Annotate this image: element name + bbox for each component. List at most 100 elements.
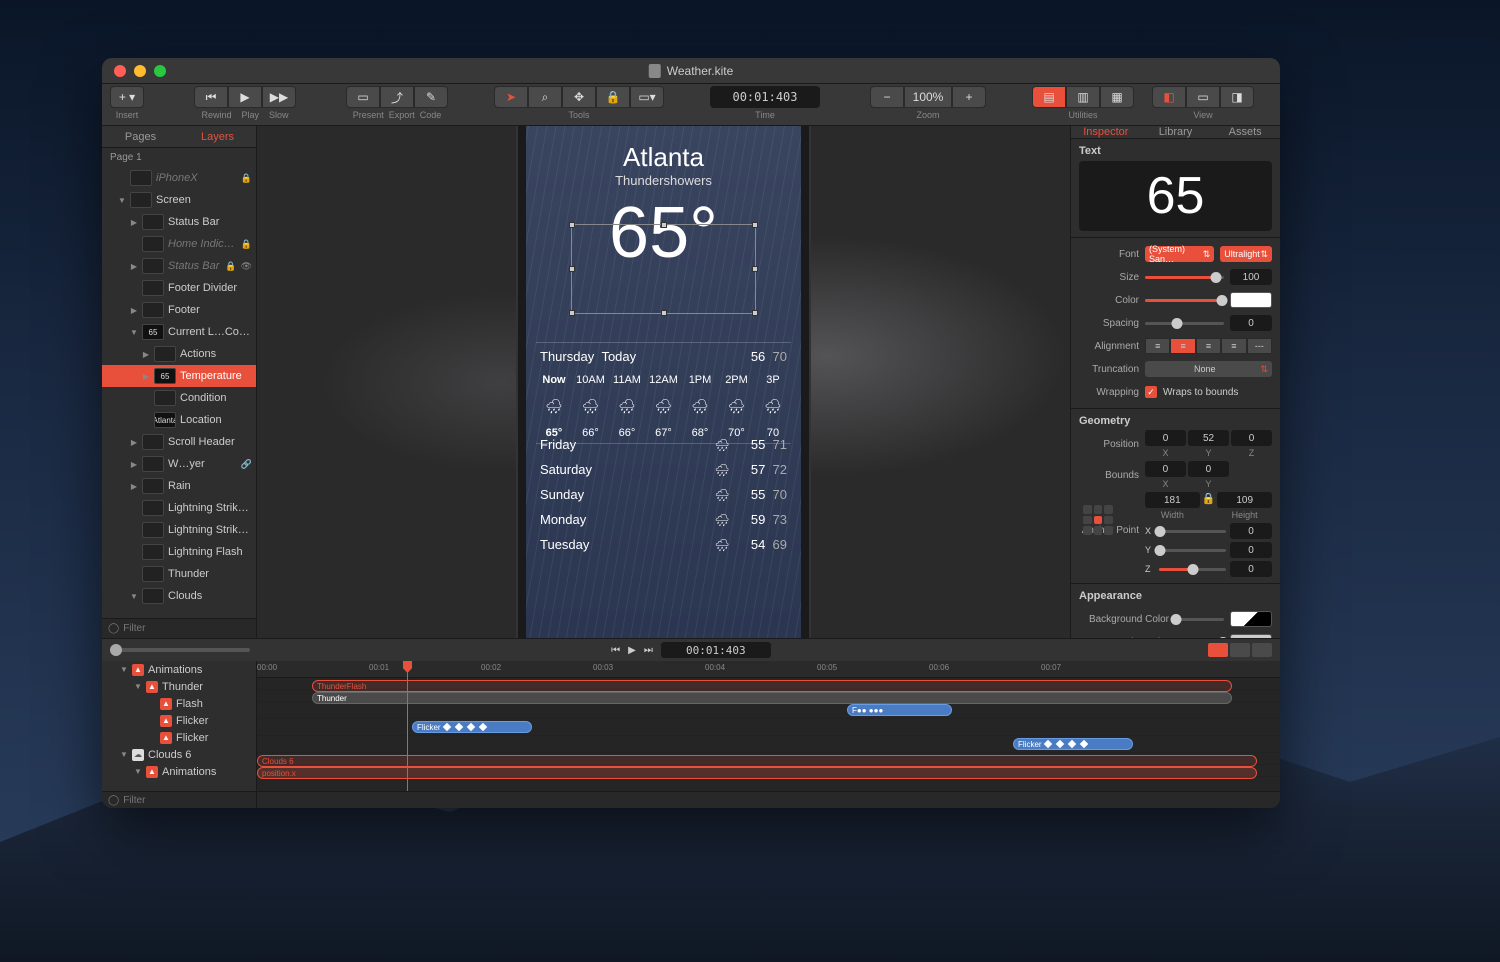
layer-item[interactable]: Lightning Strike 2 (102, 497, 256, 519)
color-slider[interactable] (1145, 299, 1224, 302)
layers-tab[interactable]: Layers (179, 126, 256, 147)
rect-tool[interactable]: ▭▾ (630, 86, 664, 108)
time-display[interactable]: 00:01:403 (710, 86, 820, 108)
bounds-x[interactable]: 0 (1145, 461, 1186, 477)
keyframe-bar[interactable]: Flicker (412, 721, 532, 733)
layer-item[interactable]: Thunder (102, 563, 256, 585)
keyframe-bar[interactable]: F●● ●●● (847, 704, 952, 716)
layer-item[interactable]: ▶Status Bar (102, 211, 256, 233)
canvas[interactable]: 9:41 📶 📶 🔋 Atlanta Thundershowers 65° (257, 126, 1070, 638)
timeline-track[interactable]: ▲Flash (102, 695, 256, 712)
tl-next-button[interactable]: ⏭ (644, 645, 653, 656)
page-label[interactable]: Page 1 (102, 148, 256, 167)
zoom-out-button[interactable]: − (870, 86, 904, 108)
util-btn-2[interactable]: ▥ (1066, 86, 1100, 108)
timeline-lanes[interactable]: 00:0000:0100:0200:0300:0400:0500:0600:07… (257, 661, 1280, 791)
zoom-value[interactable]: 100% (904, 86, 952, 108)
timeline-track[interactable]: ▼▲Thunder (102, 678, 256, 695)
zoom-in-button[interactable]: + (952, 86, 986, 108)
timeline-track[interactable]: ▼☁Clouds 6 (102, 746, 256, 763)
timeline-filter[interactable]: ◯ Filter (102, 791, 257, 808)
wrapping-checkbox[interactable]: ✓ (1145, 386, 1157, 398)
height-value[interactable]: 109 (1217, 492, 1272, 508)
pages-tab[interactable]: Pages (102, 126, 179, 147)
anchor-z-slider[interactable] (1159, 568, 1226, 571)
view-btn-3[interactable]: ◨ (1220, 86, 1254, 108)
pos-z[interactable]: 0 (1231, 430, 1272, 446)
lock-tool[interactable]: 🔒 (596, 86, 630, 108)
align-left[interactable]: ≡ (1145, 338, 1170, 354)
anchor-x-slider[interactable] (1159, 530, 1226, 533)
tl-play-button[interactable]: ▶ (628, 645, 636, 656)
layer-item[interactable]: ▶Scroll Header (102, 431, 256, 453)
pan-tool[interactable]: ✥ (562, 86, 596, 108)
layer-item[interactable]: ▶Actions (102, 343, 256, 365)
color-swatch[interactable] (1230, 292, 1272, 308)
size-value[interactable]: 100 (1230, 269, 1272, 285)
view-btn-1[interactable]: ◧ (1152, 86, 1186, 108)
layer-item[interactable]: ▼Clouds (102, 585, 256, 607)
timeline-track[interactable]: ▲Flicker (102, 729, 256, 746)
pos-x[interactable]: 0 (1145, 430, 1186, 446)
pointer-tool[interactable]: ➤ (494, 86, 528, 108)
timeline-scrubber[interactable] (110, 648, 250, 652)
spacing-value[interactable]: 0 (1230, 315, 1272, 331)
play-button[interactable]: ▶ (228, 86, 262, 108)
align-center[interactable]: ≡ (1170, 338, 1195, 354)
anchor-grid[interactable] (1083, 505, 1113, 535)
width-value[interactable]: 181 (1145, 492, 1200, 508)
layer-item[interactable]: ▶65Temperature (102, 365, 256, 387)
inspector-tab[interactable]: Inspector (1071, 126, 1141, 138)
timeline-time[interactable]: 00:01:403 (661, 642, 771, 658)
font-weight-select[interactable]: Ultralight⇅ (1220, 246, 1272, 262)
align-none[interactable]: --- (1247, 338, 1272, 354)
bgcolor-slider[interactable] (1175, 618, 1224, 621)
layer-item[interactable]: ▼Screen (102, 189, 256, 211)
layer-item[interactable]: Condition (102, 387, 256, 409)
tl-view-3[interactable] (1252, 643, 1272, 657)
tl-prev-button[interactable]: ⏮ (611, 645, 620, 656)
rewind-button[interactable]: ⏮ (194, 86, 228, 108)
tl-view-2[interactable] (1230, 643, 1250, 657)
pos-y[interactable]: 52 (1188, 430, 1229, 446)
layer-item[interactable]: iPhoneX🔒 (102, 167, 256, 189)
layer-item[interactable]: ▶Rain (102, 475, 256, 497)
layer-item[interactable]: AtlantaLocation (102, 409, 256, 431)
size-slider[interactable] (1145, 276, 1224, 279)
anchor-y-slider[interactable] (1159, 549, 1226, 552)
assets-tab[interactable]: Assets (1210, 126, 1280, 138)
bgcolor-swatch[interactable] (1230, 611, 1272, 627)
layer-item[interactable]: ▶Footer (102, 299, 256, 321)
timeline-track[interactable]: ▼▲Animations (102, 661, 256, 678)
layer-item[interactable]: ▶W…yer🔗 (102, 453, 256, 475)
export-button[interactable]: ⤴ (380, 86, 414, 108)
layer-item[interactable]: Lightning Flash (102, 541, 256, 563)
util-btn-3[interactable]: ▦ (1100, 86, 1134, 108)
maximize-button[interactable] (154, 65, 166, 77)
slow-button[interactable]: ▶▶ (262, 86, 296, 108)
zoom-tool[interactable]: ⌕ (528, 86, 562, 108)
library-tab[interactable]: Library (1141, 126, 1211, 138)
close-button[interactable] (114, 65, 126, 77)
tl-view-1[interactable] (1208, 643, 1228, 657)
present-button[interactable]: ▭ (346, 86, 380, 108)
font-family-select[interactable]: (System) San…⇅ (1145, 246, 1214, 262)
spacing-slider[interactable] (1145, 322, 1224, 325)
bounds-y[interactable]: 0 (1188, 461, 1229, 477)
minimize-button[interactable] (134, 65, 146, 77)
align-right[interactable]: ≡ (1196, 338, 1221, 354)
playhead[interactable] (407, 661, 408, 791)
truncation-select[interactable]: None⇅ (1145, 361, 1272, 377)
selection-box[interactable] (571, 224, 756, 314)
layer-item[interactable]: Home Indicator🔒 (102, 233, 256, 255)
timeline-track[interactable]: ▲Flicker (102, 712, 256, 729)
layer-item[interactable]: Lightning Strike 1 (102, 519, 256, 541)
layer-item[interactable]: ▼65Current L…Conditions (102, 321, 256, 343)
timeline-track[interactable]: ▼▲Animations (102, 763, 256, 780)
view-btn-2[interactable]: ▭ (1186, 86, 1220, 108)
code-button[interactable]: ✎ (414, 86, 448, 108)
keyframe-bar[interactable]: Flicker (1013, 738, 1133, 750)
layer-item[interactable]: ▶Status Bar🔒👁 (102, 255, 256, 277)
util-btn-1[interactable]: ▤ (1032, 86, 1066, 108)
layer-item[interactable]: Footer Divider (102, 277, 256, 299)
